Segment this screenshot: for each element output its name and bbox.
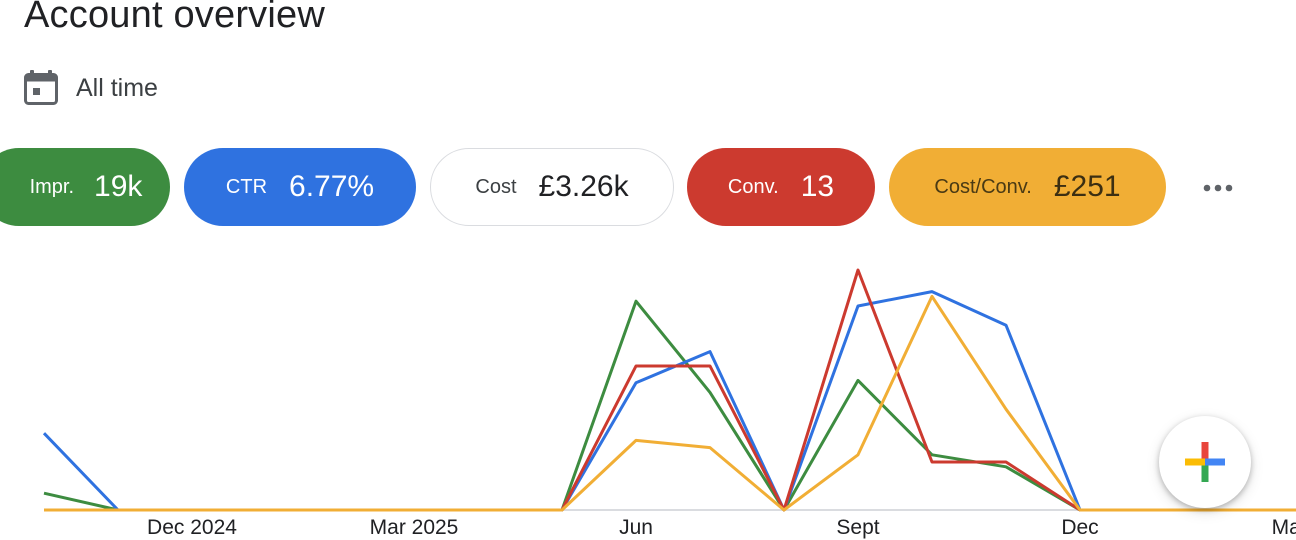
calendar-icon [24, 70, 58, 105]
metric-label: Cost [475, 175, 517, 198]
metric-label: Impr. [29, 175, 75, 198]
performance-line-chart: Dec 2024 Mar 2025 Jun Sept Dec Mar 2026 [42, 268, 1296, 539]
metric-chip-conversions[interactable]: Conv. 13 [687, 148, 875, 226]
metric-chip-impressions[interactable]: Impr. 19k [0, 148, 170, 226]
x-tick-label: Jun [619, 516, 653, 539]
metric-value: £3.26k [538, 170, 629, 203]
x-tick-label: Mar 2026 [1272, 516, 1296, 539]
add-icon [1185, 442, 1225, 482]
x-tick-label: Dec 2024 [147, 516, 237, 539]
series-line-conv [44, 268, 1296, 512]
metric-value: 13 [800, 170, 835, 203]
x-tick-label: Mar 2025 [370, 516, 459, 539]
metric-chip-cost-per-conversion[interactable]: Cost/Conv. £251 [889, 148, 1166, 226]
metric-value: £251 [1053, 170, 1121, 203]
metric-label: Conv. [727, 175, 779, 198]
metric-chip-ctr[interactable]: CTR 6.77% [184, 148, 416, 226]
metric-label: CTR [225, 175, 268, 198]
series-line-impr [43, 299, 1296, 512]
page-title: Account overview [24, 0, 326, 36]
x-axis-ticks: Dec 2024 Mar 2025 Jun Sept Dec Mar 2026 [147, 516, 1296, 539]
create-fab-button[interactable] [1159, 416, 1251, 508]
x-tick-label: Dec [1061, 516, 1098, 539]
more-metrics-button[interactable] [1196, 168, 1240, 208]
metric-chip-cost[interactable]: Cost £3.26k [430, 148, 674, 226]
chart-series [42, 268, 1296, 512]
metric-value: 19k [94, 170, 143, 203]
metric-label: Cost/Conv. [934, 175, 1032, 198]
metric-value: 6.77% [289, 170, 375, 203]
x-tick-label: Sept [836, 516, 879, 539]
series-line-ctr [42, 290, 1296, 512]
more-horizontal-icon [1203, 184, 1233, 192]
date-range-button[interactable]: All time [24, 68, 158, 108]
series-line-cost_conv [44, 294, 1296, 512]
date-range-label: All time [76, 73, 158, 102]
